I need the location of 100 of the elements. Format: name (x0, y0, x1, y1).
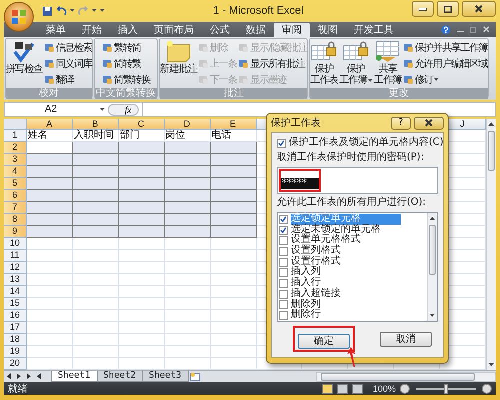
row-header[interactable]: 3 (4, 154, 27, 166)
list-scrollbar[interactable] (427, 213, 437, 321)
row-header[interactable]: 14 (4, 286, 27, 298)
ribbon-tab[interactable]: 菜单 (38, 23, 74, 37)
row-header[interactable]: 11 (4, 250, 27, 262)
ribbon-button[interactable]: 简繁转换 (102, 72, 150, 87)
scroll-thumb[interactable] (429, 225, 436, 275)
ribbon-tab[interactable]: 审阅 (274, 23, 310, 37)
zoom-thumb[interactable] (444, 384, 448, 394)
ribbon-button[interactable]: 共享 工作簿 (374, 40, 402, 87)
help-button[interactable]: ? (391, 116, 411, 130)
ribbon-tab[interactable]: 数据 (238, 23, 274, 37)
checkbox[interactable] (279, 278, 288, 288)
checkbox[interactable] (279, 214, 288, 224)
checkbox[interactable] (279, 300, 288, 310)
help-icon[interactable] (441, 24, 451, 34)
row-header[interactable]: 15 (4, 298, 27, 310)
checkbox[interactable] (279, 268, 288, 278)
list-item[interactable]: 设置行格式 (291, 256, 341, 268)
horizontal-scrollbar[interactable] (316, 372, 496, 382)
row-header[interactable]: 13 (4, 274, 27, 286)
list-item[interactable]: 插入列 (291, 267, 321, 278)
scroll-thumb[interactable] (321, 372, 475, 380)
office-button[interactable] (4, 2, 34, 32)
row-header[interactable]: 10 (4, 238, 27, 250)
row-header[interactable]: 12 (4, 262, 27, 274)
checkbox[interactable] (277, 138, 286, 148)
column-header[interactable]: E (210, 119, 256, 130)
ribbon-button[interactable]: 保护并共享工作簿 (403, 40, 488, 55)
page-break-button[interactable] (352, 384, 363, 394)
list-item[interactable]: 插入行 (291, 278, 321, 289)
row-header[interactable]: 6 (4, 190, 27, 202)
column-header[interactable]: C (118, 119, 165, 130)
normal-view-button[interactable] (322, 384, 333, 394)
row-header[interactable]: 9 (4, 226, 27, 238)
ribbon-button[interactable]: 允许用户编辑区域 (403, 56, 488, 71)
ribbon-tab[interactable]: 插入 (110, 23, 146, 37)
list-item[interactable]: 删除行 (291, 310, 321, 321)
column-header[interactable]: D (164, 119, 211, 130)
row-header[interactable]: 17 (4, 322, 27, 334)
ribbon-tab[interactable]: 开始 (74, 23, 110, 37)
scroll-thumb[interactable] (488, 131, 495, 171)
ribbon-tab[interactable]: 页面布局 (146, 23, 202, 37)
list-item[interactable]: 插入超链接 (291, 288, 341, 300)
row-header[interactable]: 16 (4, 310, 27, 322)
checkbox[interactable] (279, 311, 288, 320)
scroll-up-icon[interactable] (487, 120, 496, 129)
checkbox[interactable] (279, 246, 288, 256)
cancel-button[interactable]: 取消 (380, 332, 432, 346)
row-header[interactable]: 18 (4, 334, 27, 346)
vertical-scrollbar[interactable] (486, 119, 496, 370)
close-icon[interactable] (483, 26, 490, 33)
ribbon-button[interactable]: 信息检索 (44, 40, 92, 55)
ribbon-button[interactable]: 显示所有批注 (238, 56, 308, 71)
ribbon-button[interactable]: 保护 工作表 (310, 40, 338, 87)
ribbon-button[interactable]: 新建批注 (160, 40, 198, 87)
insert-function-button[interactable]: fx (108, 104, 138, 116)
row-header[interactable]: 7 (4, 202, 27, 214)
zoom-in-button[interactable] (482, 384, 492, 394)
page-layout-button[interactable] (336, 384, 348, 394)
row-header[interactable]: 4 (4, 166, 27, 178)
sheet-tab[interactable]: Sheet1 (51, 371, 98, 382)
ribbon-button[interactable]: 同义词库 (44, 56, 92, 71)
zoom-out-button[interactable] (400, 384, 410, 394)
ribbon-button[interactable]: 繁转简 (102, 40, 150, 55)
ribbon-tab[interactable]: 视图 (310, 23, 346, 37)
checkbox[interactable] (279, 226, 288, 235)
row-header[interactable]: 5 (4, 178, 27, 190)
list-item[interactable]: 设置列格式 (291, 246, 341, 257)
ribbon-button[interactable]: 简转繁 (102, 56, 150, 71)
ribbon-button[interactable]: 拼写检查 (6, 40, 43, 87)
ok-button[interactable]: 确定 (298, 334, 350, 349)
ribbon-button[interactable]: 保护 工作簿 (339, 40, 374, 87)
checkbox[interactable] (279, 236, 288, 246)
row-header[interactable]: 19 (4, 346, 27, 358)
minimize-button[interactable] (412, 1, 434, 17)
column-header[interactable]: B (72, 119, 119, 130)
row-header[interactable]: 20 (4, 358, 27, 370)
checkbox[interactable] (279, 290, 288, 299)
password-field[interactable]: ***** (281, 178, 319, 189)
close-button[interactable] (462, 1, 496, 17)
row-header[interactable]: 8 (4, 214, 27, 226)
sheet-tab[interactable]: Sheet2 (96, 371, 144, 382)
ribbon-tab[interactable]: 开发工具 (346, 23, 402, 37)
ribbon-button[interactable]: 修订 (403, 72, 488, 87)
insert-sheet-icon[interactable] (188, 372, 203, 382)
close-button[interactable] (414, 116, 444, 130)
column-header[interactable]: A (27, 119, 73, 130)
row-header[interactable]: 2 (4, 142, 27, 154)
name-box[interactable]: A2 (5, 103, 97, 116)
save-icon[interactable] (42, 6, 53, 16)
zoom-percent[interactable]: 100% (372, 384, 396, 394)
checkbox[interactable] (279, 258, 288, 267)
row-header[interactable]: 1 (4, 130, 27, 142)
sheet-tab[interactable]: Sheet3 (142, 371, 189, 382)
ribbon-button[interactable]: 翻译 (44, 72, 92, 87)
list-item[interactable]: 删除列 (291, 300, 321, 310)
ribbon-tab[interactable]: 公式 (202, 23, 238, 37)
maximize-button[interactable] (437, 1, 459, 17)
undo-icon[interactable] (56, 6, 67, 16)
